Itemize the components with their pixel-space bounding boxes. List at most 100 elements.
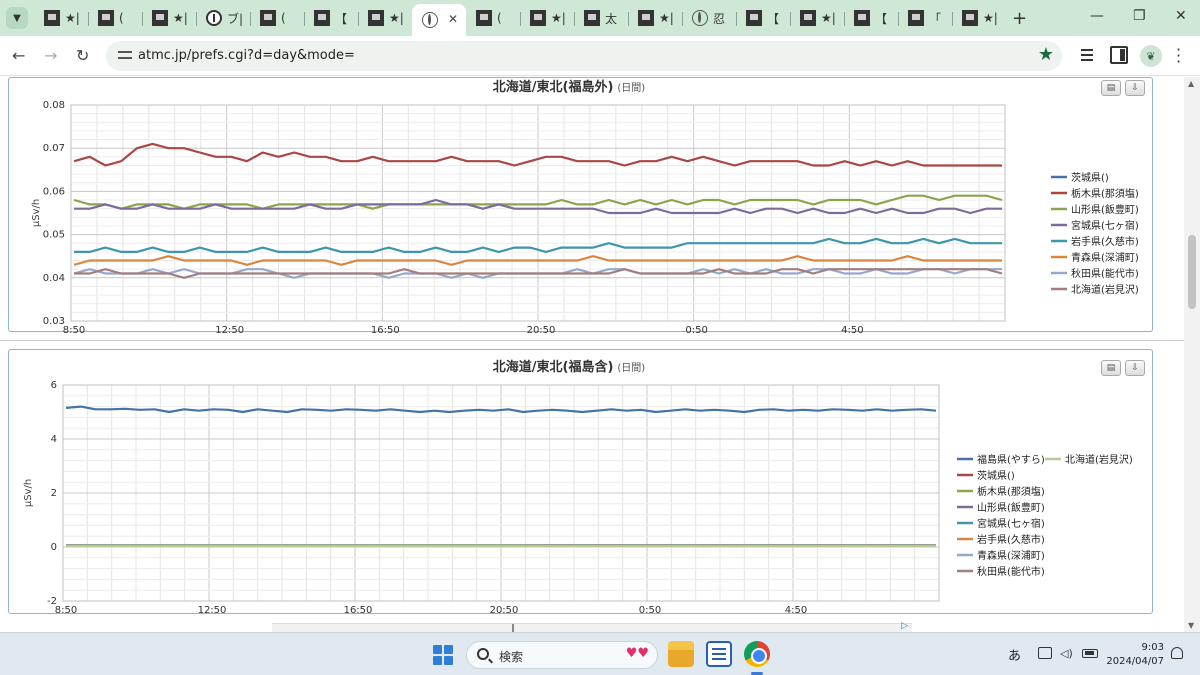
site-info-icon[interactable] — [118, 48, 132, 62]
site-favicon-icon — [800, 10, 816, 26]
y-tick-label: 6 — [51, 380, 57, 391]
tab-title: 「 — [929, 11, 942, 26]
browser-tab[interactable]: 忍 — [682, 4, 736, 32]
browser-tab[interactable]: ★| — [358, 4, 412, 32]
y-tick-label: 0.05 — [43, 230, 65, 241]
y-tick-label: 0.04 — [43, 273, 65, 284]
x-tick-label: 20:50 — [490, 605, 519, 616]
site-favicon-icon — [152, 10, 168, 26]
ad-banner[interactable]: ▷ — [272, 621, 912, 632]
x-tick-label: 20:50 — [527, 325, 556, 336]
browser-tab[interactable]: 【 — [304, 4, 358, 32]
site-favicon-icon — [854, 10, 870, 26]
printer-icon: ▤ — [1106, 363, 1116, 373]
browser-tab[interactable]: ★| — [142, 4, 196, 32]
clock-time: 9:03 — [1141, 642, 1164, 653]
tab-title: ★| — [65, 11, 80, 25]
x-tick-label: 16:50 — [371, 325, 400, 336]
restore-button[interactable]: ❐ — [1133, 8, 1146, 24]
section-divider — [0, 340, 1184, 341]
legend-entry: 秋田県(能代市) — [1071, 267, 1139, 280]
tab-title: ★| — [173, 11, 188, 25]
browser-menu-icon[interactable]: · · · — [1176, 42, 1181, 70]
legend-entry: 秋田県(能代市) — [977, 565, 1045, 578]
ime-indicator[interactable]: あ — [1008, 645, 1021, 664]
legend-entry: 青森県(深浦町) — [1071, 251, 1139, 264]
new-tab-button[interactable]: + — [1012, 8, 1027, 29]
page-scrollbar[interactable]: ▲ ▼ — [1184, 77, 1200, 632]
site-favicon-icon — [530, 10, 546, 26]
legend-entry: 山形県(飯豊町) — [977, 501, 1045, 514]
browser-tab[interactable]: 【 — [736, 4, 790, 32]
y-tick-label: 4 — [51, 434, 57, 445]
file-explorer-icon[interactable] — [668, 641, 694, 667]
bookmark-star-icon[interactable]: ★ — [1038, 44, 1054, 65]
site-favicon-icon — [584, 10, 600, 26]
close-tab-icon[interactable]: ✕ — [448, 12, 458, 26]
search-highlight-icon: ♥♥ — [625, 646, 649, 661]
tab-title: ( — [497, 11, 502, 25]
browser-tab[interactable]: ★| — [790, 4, 844, 32]
legend-entry: 宮城県(七ヶ宿) — [1071, 219, 1139, 232]
back-button[interactable]: ← — [12, 46, 25, 65]
reading-list-icon[interactable] — [1080, 46, 1098, 64]
chrome-icon[interactable] — [744, 641, 770, 667]
side-panel-icon[interactable] — [1110, 46, 1128, 64]
profile-avatar[interactable]: ❦ — [1140, 45, 1162, 67]
print-chart-button[interactable]: ▤ — [1101, 80, 1121, 96]
battery-icon[interactable] — [1082, 649, 1098, 658]
legend-entry: 宮城県(七ヶ宿) — [977, 517, 1045, 530]
download-chart-button[interactable]: ⇩ — [1125, 80, 1145, 96]
printer-icon: ▤ — [1106, 83, 1116, 93]
notification-bell-icon[interactable] — [1171, 647, 1183, 659]
ad-choices-icon[interactable]: ▷ — [901, 621, 908, 631]
scrollbar-thumb[interactable] — [1188, 235, 1196, 309]
browser-tab[interactable]: ★| — [628, 4, 682, 32]
browser-tab[interactable]: ( — [88, 4, 142, 32]
taskbar-search[interactable]: 検索 ♥♥ — [466, 641, 658, 669]
scroll-up-icon[interactable]: ▲ — [1188, 79, 1194, 88]
tab-title: 忍 — [713, 11, 726, 26]
legend-entry: 北海道(岩見沢) — [1071, 283, 1139, 296]
speaker-icon[interactable]: ◁) — [1060, 647, 1073, 660]
y-tick-label: 0.07 — [43, 143, 65, 154]
download-icon: ⇩ — [1131, 363, 1139, 373]
chart-title: 北海道/東北(福島外) (日間) — [493, 79, 646, 95]
chart-subtitle: (日間) — [617, 82, 645, 94]
tab-title: 【 — [875, 11, 888, 26]
notepad-icon[interactable] — [706, 641, 732, 667]
browser-tab[interactable]: 太 — [574, 4, 628, 32]
forward-button[interactable]: → — [44, 46, 57, 65]
browser-tab[interactable]: ★| — [952, 4, 1006, 32]
network-icon[interactable] — [1038, 647, 1052, 659]
browser-tab[interactable]: 【 — [844, 4, 898, 32]
address-bar[interactable]: atmc.jp/prefs.cgi?d=day&mode= ★ — [106, 41, 1062, 71]
close-window-button[interactable]: ✕ — [1175, 8, 1187, 24]
tab-search-button[interactable]: ▼ — [6, 7, 28, 29]
chart-title-text: 北海道/東北(福島含) — [493, 359, 614, 375]
url-text[interactable]: atmc.jp/prefs.cgi?d=day&mode= — [138, 48, 355, 63]
site-favicon-icon — [476, 10, 492, 26]
browser-tab[interactable]: ✕ — [412, 4, 466, 36]
browser-tab[interactable]: ★| — [34, 4, 88, 32]
tab-title: ( — [281, 11, 286, 25]
clock-date: 2024/04/07 — [1106, 656, 1164, 667]
tab-title: ★| — [821, 11, 836, 25]
windows-start-icon[interactable] — [433, 645, 453, 665]
browser-tab[interactable]: 「 — [898, 4, 952, 32]
legend-entry: 青森県(深浦町) — [977, 549, 1045, 562]
print-chart-button[interactable]: ▤ — [1101, 360, 1121, 376]
browser-tab[interactable]: ブ| — [196, 4, 250, 32]
download-chart-button[interactable]: ⇩ — [1125, 360, 1145, 376]
ad-divider — [512, 624, 514, 632]
x-tick-label: 16:50 — [344, 605, 373, 616]
browser-tab[interactable]: ( — [466, 4, 520, 32]
minimize-button[interactable]: — — [1090, 8, 1104, 24]
clock[interactable]: 9:03 2024/04/07 — [1104, 641, 1164, 669]
browser-tab[interactable]: ( — [250, 4, 304, 32]
download-icon: ⇩ — [1131, 83, 1139, 93]
scroll-down-icon[interactable]: ▼ — [1188, 621, 1194, 630]
reload-button[interactable]: ↻ — [76, 46, 89, 65]
browser-tab[interactable]: ★| — [520, 4, 574, 32]
tab-title: ★| — [551, 11, 566, 25]
